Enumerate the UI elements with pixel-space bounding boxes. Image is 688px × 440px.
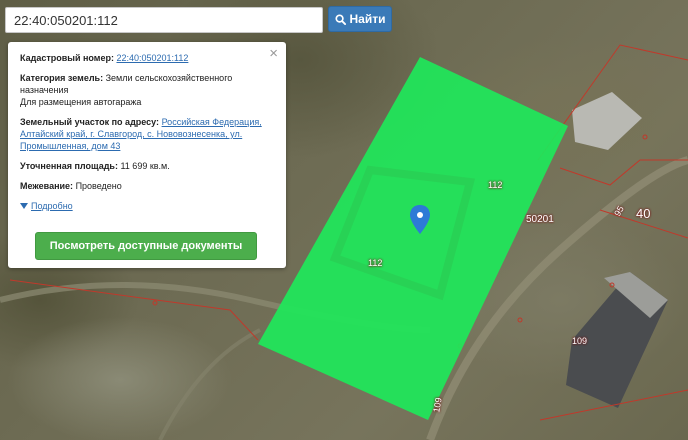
vertex-marker (517, 317, 523, 323)
building-roof (572, 92, 642, 150)
block-label-50201: 50201 (526, 214, 554, 225)
usage-value: Для размещения автогаража (20, 97, 142, 107)
details-label: Подробно (31, 201, 73, 211)
road-track (158, 328, 261, 440)
close-icon[interactable]: × (269, 46, 278, 61)
category-row: Категория земель: Земли сельскохозяйстве… (20, 72, 274, 108)
area-label: Уточненная площадь: (20, 161, 118, 171)
caret-down-icon (20, 203, 28, 209)
search-input[interactable] (5, 7, 323, 33)
survey-value: Проведено (75, 181, 122, 191)
cadastral-row: Кадастровый номер: 22:40:050201:112 (20, 52, 274, 64)
map-marker-dot (417, 212, 423, 218)
parcel-label-112: 112 (368, 258, 383, 268)
cadastral-number-link[interactable]: 22:40:050201:112 (116, 53, 188, 63)
survey-label: Межевание: (20, 181, 74, 191)
cadastral-label: Кадастровый номер: (20, 53, 114, 63)
category-label: Категория земель: (20, 73, 104, 83)
vertex-marker (152, 300, 158, 306)
parcel-label-40: 40 (636, 206, 651, 221)
area-row: Уточненная площадь: 11 699 кв.м. (20, 160, 274, 172)
search-button-label: Найти (349, 12, 386, 26)
parcel-label-112: 112 (488, 180, 503, 190)
view-documents-label: Посмотреть доступные документы (49, 240, 243, 252)
survey-row: Межевание: Проведено (20, 180, 274, 192)
search-button[interactable]: Найти (328, 6, 392, 32)
selected-parcel-highlight[interactable] (258, 57, 568, 420)
vertex-marker (642, 134, 648, 140)
address-row: Земельный участок по адресу: Российская … (20, 116, 274, 152)
parcel-info-panel: × Кадастровый номер: 22:40:050201:112 Ка… (8, 42, 286, 268)
details-toggle[interactable]: Подробно (20, 200, 73, 212)
parcel-label-109: 109 (572, 336, 588, 346)
search-icon (334, 13, 346, 25)
view-documents-button[interactable]: Посмотреть доступные документы (35, 232, 257, 260)
area-value: 11 699 кв.м. (120, 161, 170, 171)
address-label: Земельный участок по адресу: (20, 117, 160, 127)
